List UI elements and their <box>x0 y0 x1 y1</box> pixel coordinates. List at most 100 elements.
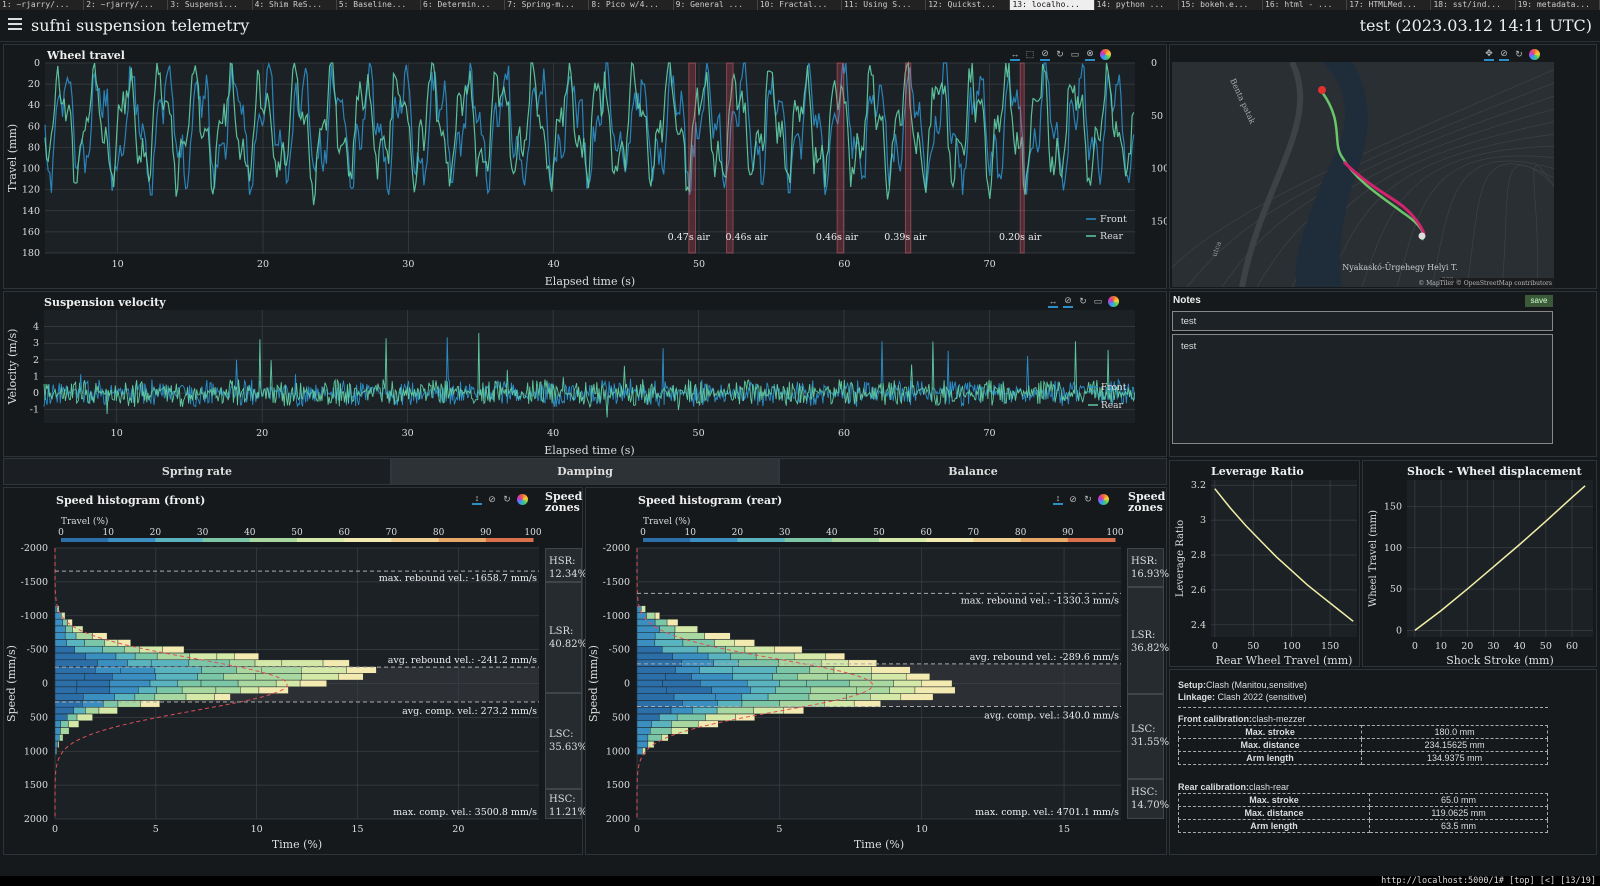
airtime-label: 0.46s air <box>816 232 859 243</box>
hist-bar <box>692 707 718 715</box>
rear-speed-histogram[interactable]: Travel (%)0 10 20 30 40 50 60 70 80 90 100-2000-15… <box>585 510 1125 856</box>
legend-label: Front <box>1101 383 1127 393</box>
hist-bar <box>636 632 656 640</box>
colorbar-tick: 10 <box>684 528 696 538</box>
hist-bar <box>738 659 779 667</box>
browser-tab[interactable]: 7: Spring-m... <box>505 0 590 10</box>
x-tick-label: 50 <box>693 428 705 439</box>
colorbar-tick: 10 <box>102 528 114 538</box>
reset-icon[interactable]: ↻ <box>1514 49 1524 60</box>
browser-tab[interactable]: 9: General ... <box>674 0 758 10</box>
y-tick-label: 120 <box>22 185 40 196</box>
y-tick-label: 500 <box>612 712 630 723</box>
browser-tab[interactable]: 2: ~rjarry/... <box>84 0 169 10</box>
browser-tab[interactable]: 4: Shim ReS... <box>253 0 337 10</box>
browser-tab[interactable]: 6: Determin... <box>421 0 506 10</box>
hist-bar <box>115 652 136 660</box>
hist-bar <box>808 693 847 701</box>
front-speed-zones-title: Speed zones <box>545 490 583 514</box>
browser-tab[interactable]: 10: Fractal... <box>758 0 843 10</box>
airtime-marker <box>688 62 696 254</box>
pan-vertical-icon[interactable]: ↕ <box>1053 493 1063 505</box>
browser-tab[interactable]: 13: localho... <box>1010 0 1095 10</box>
colorbar-segment <box>155 538 204 542</box>
browser-tab[interactable]: 5: Baseline... <box>337 0 422 10</box>
cal-value: 234.15625 mm <box>1361 738 1548 752</box>
tab-spring-rate[interactable]: Spring rate <box>3 458 391 485</box>
browser-tab[interactable]: 3: Suspensi... <box>168 0 253 10</box>
hist-bar <box>223 673 256 681</box>
hist-bar <box>54 720 61 728</box>
browser-tab[interactable]: 1: ~rjarry/... <box>0 0 85 10</box>
shock-wheel-chart[interactable]: 150 100 50 00 10 20 30 40 50 60 Shock Stroke (mm) W… <box>1362 472 1597 668</box>
hist-bar <box>97 659 128 667</box>
wheel-zoom-icon[interactable]: ⊘ <box>1068 494 1078 505</box>
tab-damping[interactable]: Damping <box>391 458 779 485</box>
cal-key: Max. stroke <box>1177 793 1371 807</box>
reset-icon[interactable]: ↻ <box>1083 494 1093 505</box>
hist-bar <box>112 673 157 681</box>
browser-tab[interactable]: 8: Pico w/4... <box>589 0 674 10</box>
pan-icon[interactable]: ✥ <box>1484 48 1494 61</box>
wheel-zoom-icon[interactable]: ⊘ <box>487 494 497 505</box>
x-tick-label: 20 <box>1461 641 1473 652</box>
reference-label-avg_rebound: avg. rebound vel.: -289.6 mm/s <box>970 652 1119 663</box>
hist-bar <box>665 673 692 681</box>
table-row: Max. stroke 65.0 mm <box>1177 793 1548 807</box>
browser-tab[interactable]: 14: python ... <box>1095 0 1179 10</box>
hist-bar <box>779 679 807 688</box>
browser-tab[interactable]: 15: bokeh.e... <box>1179 0 1264 10</box>
hist-bar <box>825 652 846 660</box>
reset-icon[interactable]: ↻ <box>502 494 512 505</box>
zone-name: LSR: <box>1131 630 1156 641</box>
hist-bar <box>54 652 86 660</box>
browser-tab[interactable]: 17: HTMLMed... <box>1347 0 1432 10</box>
colorbar-tick: 80 <box>1015 528 1027 538</box>
browser-tab[interactable]: 18: sst/ind... <box>1431 0 1516 10</box>
y-axis-label: Travel (mm) <box>6 124 19 192</box>
x-tick-label: 30 <box>1487 641 1499 652</box>
save-button[interactable]: save <box>1525 295 1553 307</box>
velocity-chart[interactable]: 43210-110 20 30 40 50 60 70FrontRearElapsed ti… <box>3 305 1167 457</box>
tab-balance[interactable]: Balance <box>779 458 1167 485</box>
browser-tab[interactable]: 12: Quickst... <box>926 0 1011 10</box>
gps-track-map[interactable]: Benta patakNyakaskó-Ürgehegy Helyi T.utc… <box>1172 62 1554 287</box>
session-description-textarea[interactable]: test <box>1172 334 1553 444</box>
hist-bar <box>705 713 736 721</box>
browser-tab[interactable]: 11: Using S... <box>842 0 927 10</box>
browser-tab[interactable]: 19: metadata... <box>1516 0 1600 10</box>
hist-bar <box>54 713 68 721</box>
browser-tab[interactable]: 16: html - ... <box>1263 0 1348 10</box>
hist-bar <box>654 632 675 640</box>
leverage-chart[interactable]: 3.2 3 2.8 2.6 2.4 0 50 100 150 Rear Wheel Travel … <box>1169 472 1360 668</box>
wheel-zoom-icon[interactable]: ⊘ <box>1499 48 1509 61</box>
hist-bar <box>871 673 907 681</box>
x-axis-label: Shock Stroke (mm) <box>1446 654 1554 667</box>
x-tick-label: 5 <box>776 824 782 835</box>
wheel-travel-chart[interactable]: 0 20 40 60 80 100 120 140 160 180 10 20 30 40 50 60 70 0 5… <box>3 58 1167 290</box>
y-tick-label: 2000 <box>24 814 48 825</box>
hist-bar <box>234 652 259 660</box>
y-tick-label: 100 <box>22 164 40 175</box>
hist-bar <box>775 686 811 694</box>
pan-vertical-icon[interactable]: ↕ <box>472 493 482 505</box>
hist-bar <box>681 659 714 667</box>
hist-bar <box>54 646 75 654</box>
hist-bar <box>156 686 183 694</box>
hist-bar <box>73 707 86 715</box>
y-tick-label: 100 <box>1384 543 1402 554</box>
hist-bar <box>76 679 110 688</box>
session-name-input[interactable]: test <box>1172 311 1553 331</box>
airtime-label: 0.20s air <box>999 232 1042 243</box>
legend-label: Rear <box>1101 401 1123 411</box>
hist-bar <box>654 612 660 620</box>
rear-zone-lsc: LSC: 31.55% <box>1127 694 1169 779</box>
front-speed-histogram[interactable]: Travel (%)0 10 20 30 40 50 60 70 80 90 100-2000-15… <box>3 510 543 856</box>
menu-icon[interactable] <box>8 18 22 30</box>
bokeh-logo-icon <box>1098 493 1109 505</box>
y-tick-label: 80 <box>28 142 40 153</box>
x-axis-label: Elapsed time (s) <box>544 444 634 457</box>
front-zone-hsr: HSR: 12.34% <box>545 548 587 582</box>
hist-bar <box>54 734 60 742</box>
x-tick-label: 60 <box>838 428 850 439</box>
